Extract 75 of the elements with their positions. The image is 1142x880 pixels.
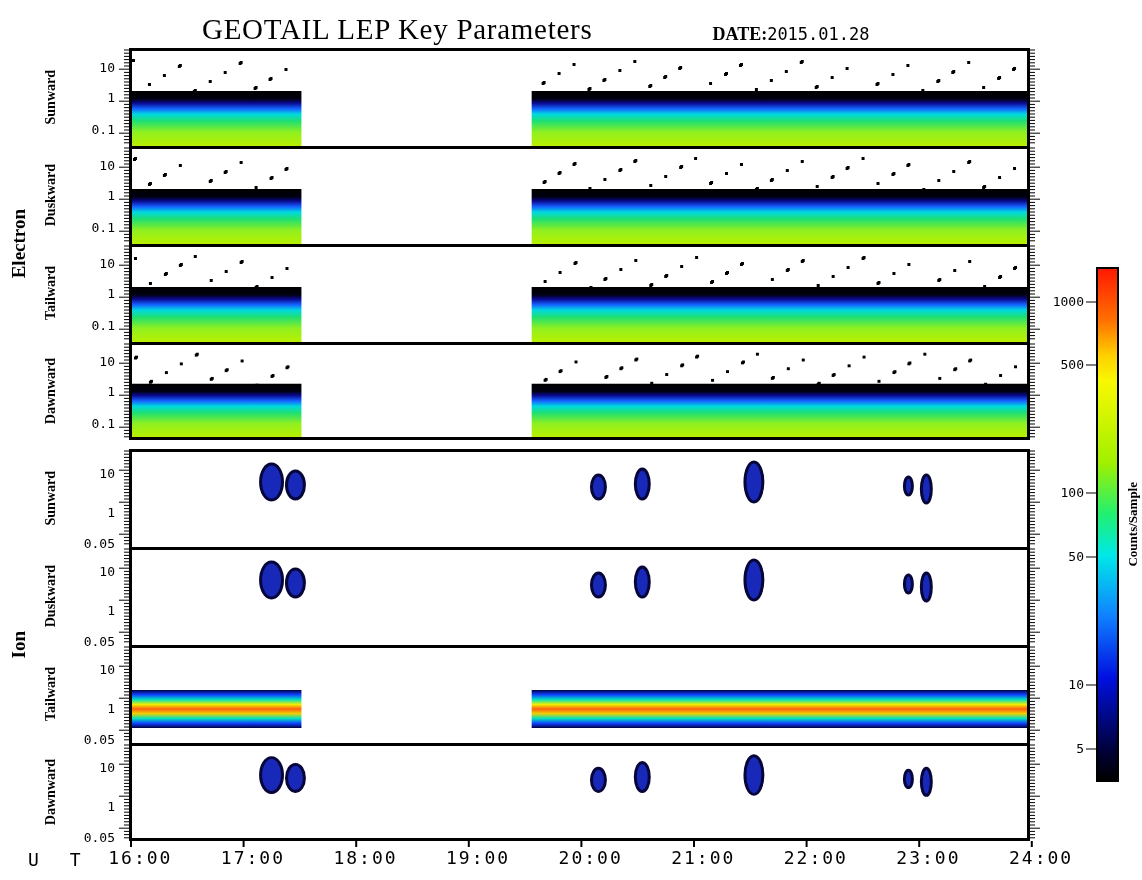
- y-tick-label: 0.1: [91, 123, 115, 136]
- y-tick-label: 1: [107, 800, 115, 813]
- x-tick-label: 24:00: [1007, 847, 1075, 867]
- panel-label: Duskward: [44, 564, 58, 628]
- ion-blob: [633, 467, 651, 501]
- x-tick-label: 18:00: [332, 847, 399, 867]
- group-label: Ion: [8, 631, 28, 659]
- panel-label: Sunward: [44, 69, 58, 125]
- date-label: DATE:: [712, 25, 768, 43]
- x-axis-label: U T: [27, 848, 80, 869]
- panel-label: Dawnward: [44, 758, 58, 826]
- ion-blob: [589, 473, 607, 501]
- y-tick-label: 1: [107, 91, 115, 104]
- ion-blob: [743, 754, 765, 796]
- y-tick-label: 0.1: [91, 417, 115, 430]
- colorbar-tick-label: 100: [1060, 486, 1084, 499]
- colorbar-tick-label: 1000: [1052, 295, 1084, 308]
- ion-blob: [743, 558, 765, 602]
- y-tick-label: 10: [99, 467, 115, 480]
- x-tick-label: 21:00: [670, 847, 737, 867]
- ion-blob: [285, 762, 306, 793]
- y-tick-label: 0.1: [91, 221, 115, 234]
- y-tick-label: 1: [107, 604, 115, 617]
- ion-blob: [590, 766, 607, 793]
- ion-blob: [919, 766, 933, 797]
- colorbar-tick-label: 5: [1076, 742, 1084, 755]
- colorbar-tick-label: 500: [1060, 358, 1084, 371]
- ion-blob: [259, 560, 284, 600]
- ion-blob: [285, 567, 306, 599]
- y-tick-label: 10: [99, 663, 115, 676]
- ion-blob: [633, 565, 651, 599]
- panel-label: Tailward: [44, 667, 58, 721]
- ion-blob: [589, 571, 607, 599]
- y-tick-label: 10: [99, 159, 115, 172]
- x-tick-label: 16:00: [107, 847, 174, 867]
- y-tick-label: 1: [107, 702, 115, 715]
- group-label: Electron: [8, 209, 28, 279]
- chart-title: GEOTAIL LEP Key Parameters: [202, 15, 593, 44]
- colorbar-tick-label: 10: [1068, 678, 1084, 691]
- panel-label: Duskward: [44, 163, 58, 227]
- ion-blob: [633, 761, 651, 793]
- y-tick-label: 1: [107, 287, 115, 300]
- colorbar-label: Counts/Sample: [1126, 482, 1139, 567]
- y-tick-label: 10: [99, 761, 115, 774]
- y-tick-label: 1: [107, 506, 115, 519]
- ion-blob: [743, 460, 765, 504]
- panel-label: Sunward: [44, 470, 58, 526]
- date-value: 2015.01.28: [767, 26, 870, 43]
- panel-label: Dawnward: [44, 357, 58, 425]
- x-tick-label: 17:00: [219, 847, 286, 867]
- ion-blob: [285, 469, 306, 501]
- ion-blob: [259, 756, 284, 794]
- y-tick-label: 0.05: [83, 831, 115, 844]
- x-tick-label: 22:00: [782, 847, 849, 867]
- y-tick-label: 0.05: [83, 733, 115, 746]
- ion-blob: [259, 462, 284, 502]
- y-tick-label: 0.05: [83, 635, 115, 648]
- y-tick-label: 0.1: [91, 319, 115, 332]
- ion-blob: [902, 768, 914, 790]
- ion-blob: [919, 571, 933, 603]
- x-tick-label: 20:00: [557, 847, 624, 867]
- y-tick-label: 0.05: [83, 537, 115, 550]
- colorbar-tick-label: 50: [1068, 550, 1084, 563]
- panel-label: Tailward: [44, 266, 58, 320]
- x-tick-label: 23:00: [895, 847, 962, 867]
- y-tick-label: 10: [99, 565, 115, 578]
- y-tick-label: 10: [99, 355, 115, 368]
- ion-blob: [919, 473, 933, 505]
- y-tick-label: 1: [107, 189, 115, 202]
- y-tick-label: 10: [99, 257, 115, 270]
- y-tick-label: 1: [107, 385, 115, 398]
- y-tick-label: 10: [99, 61, 115, 74]
- x-tick-label: 19:00: [445, 847, 512, 867]
- ion-blob: [902, 475, 914, 497]
- ion-blob: [902, 573, 914, 595]
